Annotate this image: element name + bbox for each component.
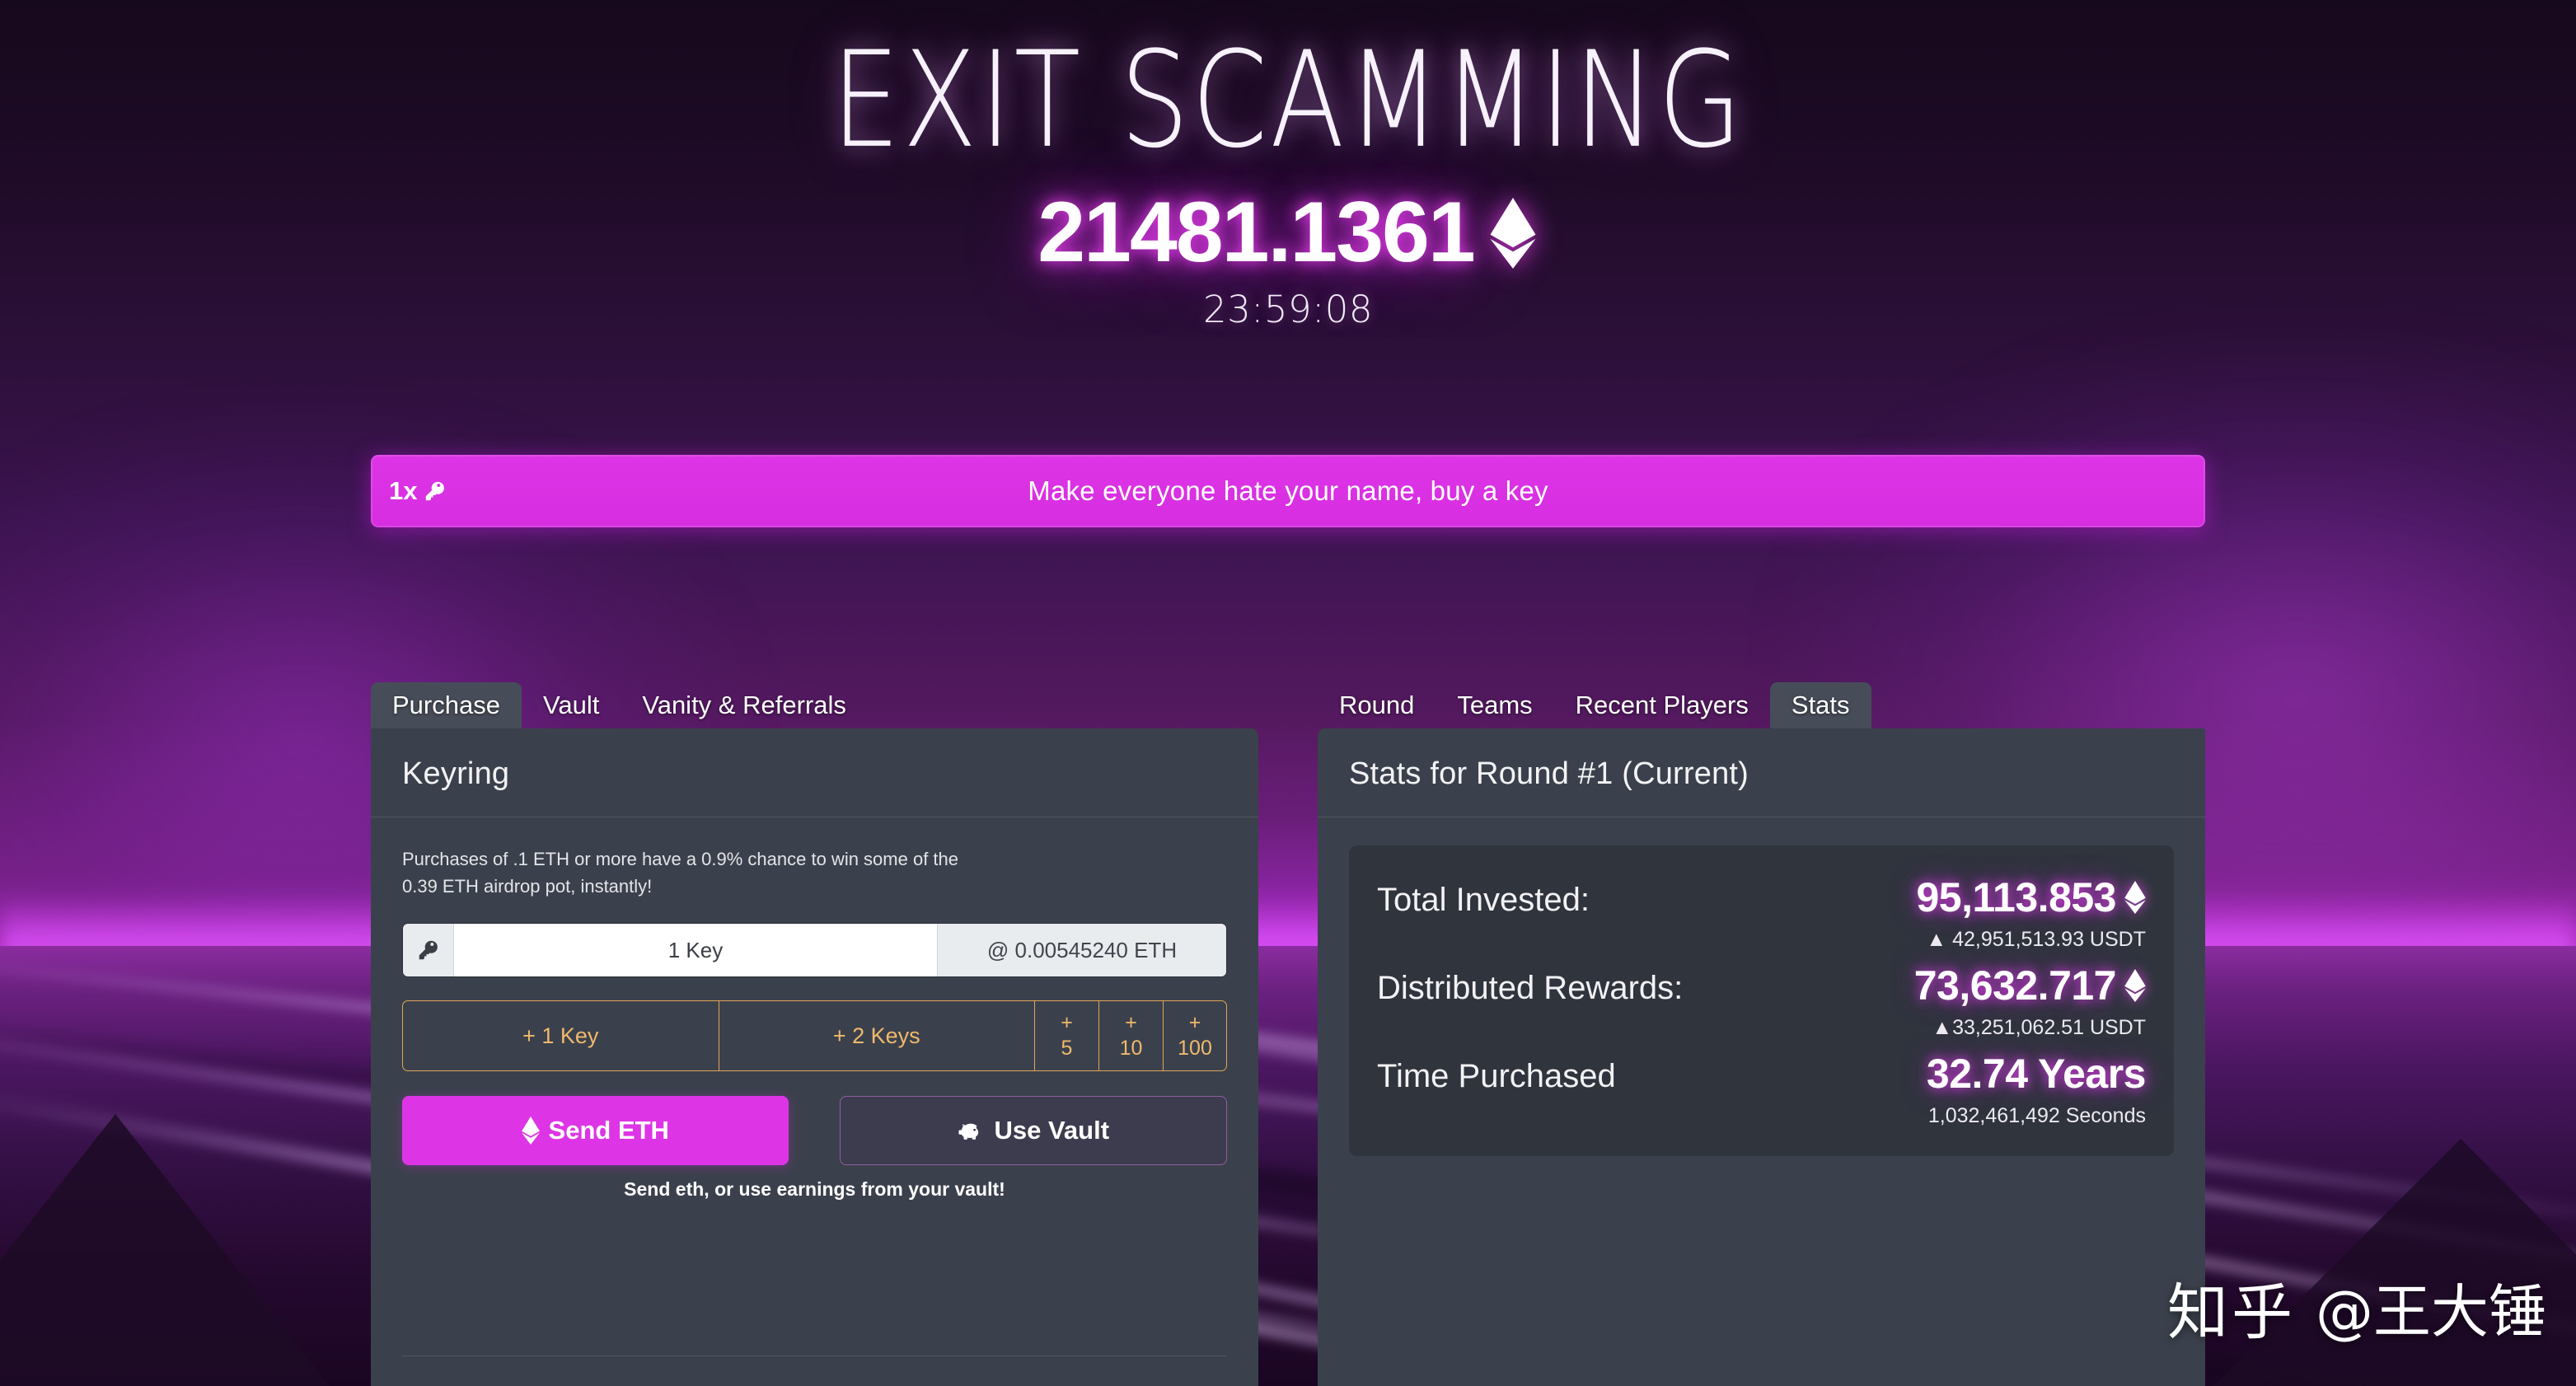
stat-value-number: 32.74 Years: [1926, 1051, 2147, 1097]
hero-section: EXIT SCAMMING 21481.1361 23:59:08: [0, 0, 2576, 331]
jackpot-amount: 21481.1361: [0, 185, 2576, 280]
stats-column: Round Teams Recent Players Stats Stats f…: [1318, 682, 2205, 1386]
add-2-keys-button[interactable]: + 2 Keys: [718, 1000, 1034, 1071]
stat-value: 32.74 Years: [1926, 1050, 2147, 1098]
add-5-keys-button[interactable]: + 5: [1034, 1000, 1098, 1071]
tab-teams[interactable]: Teams: [1436, 682, 1553, 728]
promo-banner-wrapper: 1x Make everyone hate your name, buy a k…: [371, 455, 2205, 527]
page-title: EXIT SCAMMING: [831, 23, 1745, 178]
purchase-column: Purchase Vault Vanity & Referrals Keyrin…: [371, 682, 1258, 1386]
tab-stats[interactable]: Stats: [1769, 682, 1871, 728]
purchase-helper-text: Send eth, or use earnings from your vaul…: [624, 1178, 1005, 1200]
add-100-amount: 100: [1178, 1037, 1212, 1060]
stats-title: Stats for Round #1 (Current): [1349, 756, 1749, 791]
banner-text: Make everyone hate your name, buy a key: [1028, 475, 1548, 506]
stat-time-purchased: Time Purchased 32.74 Years 1,032,461,492…: [1377, 1050, 2147, 1138]
stats-panel: Stats for Round #1 (Current) Total Inves…: [1318, 728, 2205, 1386]
key-icon: [419, 940, 438, 960]
key-quantity-input-group: 1 Key @ 0.00545240 ETH: [402, 923, 1227, 977]
stats-card: Total Invested: 95,113.853 ▲ 42,951,513.…: [1349, 845, 2174, 1156]
key-quantity-input[interactable]: 1 Key: [454, 924, 938, 976]
watermark-handle: @王大锤: [2316, 1278, 2546, 1346]
add-10-amount: 10: [1119, 1037, 1143, 1060]
promo-banner[interactable]: 1x Make everyone hate your name, buy a k…: [371, 455, 2205, 527]
key-input-prefix: [403, 924, 454, 976]
piggy-bank-icon: [958, 1123, 979, 1140]
add-10-keys-button[interactable]: + 10: [1098, 1000, 1163, 1071]
tab-recent-players[interactable]: Recent Players: [1554, 682, 1770, 728]
stat-label: Total Invested:: [1377, 882, 1590, 918]
watermark: 知乎 @王大锤: [2167, 1263, 2546, 1351]
tab-purchase[interactable]: Purchase: [371, 682, 522, 728]
plus-sign: +: [1188, 1011, 1201, 1035]
use-vault-button[interactable]: Use Vault: [839, 1096, 1227, 1165]
plus-sign: +: [1125, 1011, 1137, 1035]
ethereum-diamond-icon: [521, 1117, 540, 1145]
quick-add-buttons: + 1 Key + 2 Keys + 5 + 10 + 100: [402, 1000, 1227, 1071]
key-price-suffix: @ 0.00545240 ETH: [938, 924, 1226, 976]
plus-sign: +: [1061, 1011, 1073, 1035]
stat-value: 95,113.853: [1917, 873, 2147, 921]
stat-label: Distributed Rewards:: [1377, 970, 1684, 1006]
add-1-key-button[interactable]: + 1 Key: [402, 1000, 719, 1071]
ethereum-diamond-icon: [2124, 969, 2146, 1002]
stat-value: 73,632.717: [1914, 962, 2146, 1009]
stat-distributed-rewards: Distributed Rewards: 73,632.717 ▲33,251,…: [1377, 962, 2146, 1050]
stat-label: Time Purchased: [1377, 1058, 1616, 1094]
airdrop-note: Purchases of .1 ETH or more have a 0.9% …: [402, 849, 959, 897]
stat-value-number: 73,632.717: [1913, 962, 2117, 1009]
key-icon: [426, 481, 445, 501]
ethereum-diamond-icon: [2124, 881, 2146, 914]
stat-subvalue: ▲ 42,951,513.93 USDT: [1926, 928, 2146, 951]
countdown-timer: 23:59:08: [1202, 288, 1374, 332]
send-eth-label: Send ETH: [548, 1116, 669, 1145]
stats-tabs: Round Teams Recent Players Stats: [1318, 682, 2205, 728]
stat-subvalue: ▲33,251,062.51 USDT: [1932, 1016, 2146, 1039]
stat-values: 95,113.853 ▲ 42,951,513.93 USDT: [1917, 873, 2147, 952]
keyring-title: Keyring: [402, 756, 510, 791]
stat-value-number: 95,113.853: [1916, 874, 2117, 920]
purchase-actions: Send ETH Use Vault: [402, 1096, 1227, 1165]
send-eth-button[interactable]: Send ETH: [402, 1096, 789, 1165]
stat-values: 73,632.717 ▲33,251,062.51 USDT: [1914, 962, 2146, 1040]
banner-multiplier: 1x: [389, 476, 447, 506]
jackpot-amount-value: 21481.1361: [1037, 185, 1475, 280]
add-5-amount: 5: [1061, 1037, 1073, 1060]
use-vault-label: Use Vault: [994, 1116, 1110, 1145]
tab-vault[interactable]: Vault: [522, 682, 621, 728]
add-100-keys-button[interactable]: + 100: [1163, 1000, 1227, 1071]
stat-values: 32.74 Years 1,032,461,492 Seconds: [1926, 1050, 2147, 1128]
panels-container: Purchase Vault Vanity & Referrals Keyrin…: [371, 682, 2205, 1386]
purchase-panel: Keyring Purchases of .1 ETH or more have…: [371, 728, 1258, 1386]
stat-subvalue: 1,032,461,492 Seconds: [1927, 1104, 2146, 1127]
stat-total-invested: Total Invested: 95,113.853 ▲ 42,951,513.…: [1377, 873, 2146, 962]
ethereum-diamond-icon: [1490, 197, 1536, 269]
tab-vanity-referrals[interactable]: Vanity & Referrals: [621, 682, 868, 728]
purchase-tabs: Purchase Vault Vanity & Referrals: [371, 682, 1258, 728]
tab-round[interactable]: Round: [1318, 682, 1436, 728]
banner-multiplier-label: 1x: [389, 476, 418, 505]
